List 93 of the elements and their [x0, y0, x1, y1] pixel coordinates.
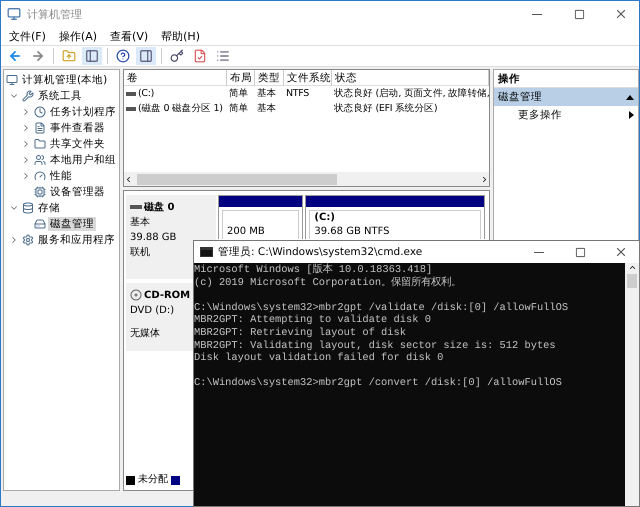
- disc-drive-icon: [130, 289, 142, 301]
- column-header[interactable]: 布局: [227, 70, 255, 86]
- folder-icon: [34, 138, 46, 150]
- console-line: (c) 2019 Microsoft Corporation。保留所有权利。: [194, 276, 462, 290]
- tree-item[interactable]: 任务计划程序: [48, 105, 118, 119]
- tree-item[interactable]: 磁盘管理: [48, 217, 96, 231]
- monitor-icon: [6, 74, 18, 86]
- tree-item[interactable]: 计算机管理(本地): [20, 73, 110, 87]
- column-header[interactable]: 文件系统: [284, 70, 332, 86]
- menu-item[interactable]: 文件(F): [5, 28, 55, 44]
- folder-up-icon: [62, 49, 76, 63]
- partition-title: (C:): [314, 212, 336, 225]
- partition-detail: 200 MB: [227, 225, 266, 239]
- partition-block[interactable]: (C:) 39.68 GB NTFS: [305, 195, 485, 239]
- tree-item[interactable]: 系统工具: [36, 89, 84, 103]
- tree-item[interactable]: 服务和应用程序: [36, 233, 117, 247]
- list-icon: [216, 49, 230, 63]
- partition-detail: 39.68 GB NTFS: [314, 225, 391, 239]
- legend-label: 未分配: [138, 473, 168, 487]
- disk-detail: DVD (D:): [130, 304, 174, 318]
- table-cell-text: NTFS: [286, 87, 310, 101]
- scrollbar-thumb[interactable]: [627, 274, 637, 288]
- maximize-icon: [574, 246, 586, 258]
- tree-item[interactable]: 事件查看器: [48, 121, 107, 135]
- tree-item[interactable]: 本地用户和组: [48, 153, 118, 167]
- gear-icon: [22, 234, 34, 246]
- close-icon: [614, 7, 628, 21]
- scroll-right-icon[interactable]: [480, 174, 489, 184]
- check-document-icon: [193, 49, 207, 63]
- disk-detail: 无媒体: [130, 327, 160, 341]
- disk-name: CD-ROM: [144, 290, 190, 300]
- menu-item[interactable]: 帮助(H): [157, 28, 209, 44]
- menu-item[interactable]: 操作(A): [54, 28, 106, 44]
- table-cell-text: (C:): [138, 87, 154, 101]
- table-cell-text: 状态良好 (EFI 系统分区): [334, 102, 438, 116]
- drive-icon: [34, 218, 46, 230]
- console-line: MBR2GPT: Validating layout, disk sector size is: 512 bytes: [194, 340, 557, 352]
- app-icon: [7, 7, 21, 21]
- scroll-up-icon[interactable]: [628, 263, 636, 272]
- console-line: Disk layout validation failed for disk 0: [194, 352, 444, 365]
- column-header[interactable]: 卷: [124, 70, 227, 86]
- users-icon: [34, 154, 46, 166]
- volume-icon: [126, 106, 136, 110]
- console-line: C:\Windows\system32>mbr2gpt /validate /disk:[0] /allowFullOS: [194, 302, 570, 314]
- console-icon: [200, 247, 213, 257]
- tree-item[interactable]: 存储: [36, 201, 62, 215]
- tree-item[interactable]: 性能: [48, 169, 74, 183]
- volume-icon: [126, 92, 136, 96]
- table-cell-text: 状态良好 (启动, 页面文件, 故障转储,: [334, 87, 490, 101]
- gauge-icon: [34, 170, 46, 182]
- key-icon: [170, 49, 184, 63]
- drive-icon: [130, 205, 142, 209]
- vertical-scrollbar[interactable]: [625, 263, 639, 506]
- panel-toggle-button[interactable]: [136, 47, 156, 65]
- panel-icon: [85, 49, 99, 63]
- clock-icon: [34, 106, 46, 118]
- actions-section[interactable]: 磁盘管理: [494, 88, 638, 106]
- partition-block[interactable]: 200 MB: [218, 195, 304, 239]
- disk-detail: 39.88 GB: [130, 231, 176, 245]
- panel-toggle-button[interactable]: [82, 47, 102, 65]
- console-line: MBR2GPT: Attempting to validate disk 0: [194, 314, 432, 327]
- window-title: 计算机管理: [27, 6, 83, 22]
- wrench-icon: [22, 90, 34, 102]
- table-cell-text: 简单: [229, 102, 248, 116]
- tree-item[interactable]: 设备管理器: [48, 185, 107, 199]
- close-icon: [614, 245, 628, 259]
- scroll-left-icon[interactable]: [124, 174, 133, 184]
- panel-icon: [139, 49, 153, 63]
- table-cell-text: 简单: [229, 87, 248, 101]
- tree-item[interactable]: 共享文件夹: [48, 137, 107, 151]
- collapse-icon[interactable]: [626, 94, 634, 100]
- window-title: 管理员: C:\Windows\system32\cmd.exe: [218, 245, 424, 259]
- console-line: MBR2GPT: Retrieving layout of disk: [194, 326, 408, 340]
- table-cell-text: 基本: [257, 102, 276, 116]
- maximize-icon: [574, 8, 584, 20]
- chip-icon: [34, 186, 46, 198]
- disk-name: 磁盘 0: [144, 200, 174, 214]
- menu-item[interactable]: 查看(V): [106, 28, 158, 44]
- column-header[interactable]: 状态: [332, 70, 489, 86]
- table-cell-text: 基本: [257, 87, 276, 101]
- arrow-right-icon: [31, 49, 45, 63]
- disk-detail: 基本: [130, 216, 150, 230]
- console-line: Microsoft Windows [版本 10.0.18363.418]: [194, 264, 434, 276]
- table-cell-text: (磁盘 0 磁盘分区 1): [138, 102, 223, 116]
- database-icon: [22, 202, 34, 214]
- action-item[interactable]: 更多操作: [494, 106, 638, 124]
- disk-detail: 联机: [130, 246, 150, 260]
- document-icon: [34, 122, 46, 134]
- submenu-arrow-icon: [629, 111, 634, 119]
- horizontal-scrollbar[interactable]: [124, 172, 489, 186]
- console-line: C:\Windows\system32>mbr2gpt /convert /disk:[0] /allowFullOS: [194, 377, 563, 390]
- column-header[interactable]: 类型: [255, 70, 284, 86]
- help-icon: [116, 49, 130, 63]
